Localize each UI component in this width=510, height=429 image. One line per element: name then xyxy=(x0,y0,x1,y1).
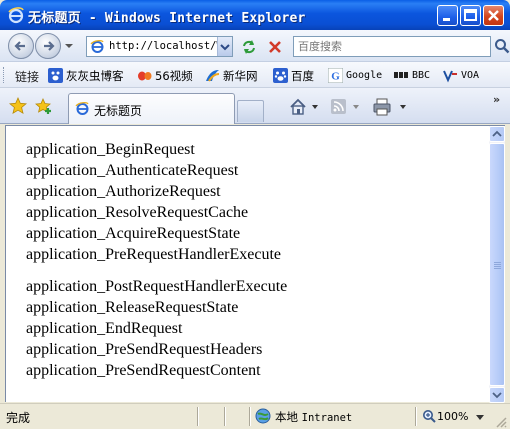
link-label: 百度 xyxy=(291,68,314,83)
address-dropdown[interactable] xyxy=(217,37,232,56)
maximize-icon xyxy=(464,9,477,21)
search-icon[interactable] xyxy=(494,38,510,54)
event-line: application_AuthorizeRequest xyxy=(26,183,221,200)
scroll-thumb[interactable] xyxy=(489,143,505,386)
intranet-zone-icon[interactable] xyxy=(255,408,271,424)
status-divider xyxy=(249,407,251,426)
baidu-paw-icon xyxy=(273,68,288,83)
link-label: BBC xyxy=(412,70,431,81)
refresh-icon[interactable] xyxy=(238,37,260,57)
scroll-grip xyxy=(494,262,501,270)
link-item[interactable]: 56视频 xyxy=(137,67,193,84)
ie-page-icon xyxy=(75,102,89,115)
zone-label-cn: 本地 xyxy=(275,410,298,424)
status-text: 完成 xyxy=(6,411,31,425)
address-bar[interactable]: http://localhost/W xyxy=(86,36,233,57)
chevron-down-icon xyxy=(492,392,502,399)
link-item[interactable]: 新华网 xyxy=(205,67,258,84)
chevron-down-icon xyxy=(220,44,230,51)
voa-logo-icon xyxy=(443,70,457,83)
links-label: 链接 xyxy=(15,70,40,84)
link-label: VOA xyxy=(461,70,480,81)
event-line: application_PreSendRequestHeaders xyxy=(26,341,263,358)
zoom-level[interactable]: 100% xyxy=(437,410,468,423)
link-item[interactable]: G Google xyxy=(328,67,382,84)
toolbar-grip[interactable] xyxy=(3,67,6,83)
link-item[interactable]: BBC xyxy=(394,67,430,84)
forward-button[interactable] xyxy=(35,33,61,59)
link-label: 新华网 xyxy=(223,68,258,83)
back-button[interactable] xyxy=(8,33,34,59)
minimize-icon xyxy=(443,18,450,21)
link-item[interactable]: VOA xyxy=(443,67,479,84)
event-line: application_ResolveRequestCache xyxy=(26,204,249,221)
paw-icon xyxy=(48,68,63,83)
link-label: Google xyxy=(346,70,383,81)
event-line: application_ReleaseRequestState xyxy=(26,299,239,316)
zone-label-en: Intranet xyxy=(301,412,353,424)
scroll-down-button[interactable] xyxy=(489,387,505,403)
zoom-magnifier-icon[interactable] xyxy=(422,409,436,423)
event-line: application_AcquireRequestState xyxy=(26,225,241,242)
chevron-up-icon xyxy=(492,130,502,137)
tab-active[interactable]: 无标题页 xyxy=(68,93,235,124)
link-item[interactable]: 灰灰虫博客 xyxy=(48,67,124,84)
favorites-star-icon[interactable] xyxy=(9,97,27,115)
link-item[interactable]: 百度 xyxy=(273,67,314,84)
ie-page-icon xyxy=(90,40,104,53)
56-logo-icon xyxy=(138,71,152,81)
page-content: application_BeginRequest application_Aut… xyxy=(5,125,489,402)
bbc-logo-icon xyxy=(394,72,408,78)
address-row: http://localhost/W xyxy=(0,30,510,62)
link-label: 灰灰虫博客 xyxy=(66,68,124,83)
security-zone[interactable]: 本地 Intranet xyxy=(275,409,352,425)
status-divider xyxy=(415,407,417,426)
vertical-scrollbar[interactable] xyxy=(489,125,505,403)
scroll-up-button[interactable] xyxy=(489,126,505,142)
search-box[interactable] xyxy=(293,36,491,57)
search-input[interactable] xyxy=(294,37,474,56)
svg-text:G: G xyxy=(331,71,340,83)
address-url[interactable]: http://localhost/W xyxy=(109,40,217,52)
minimize-button[interactable] xyxy=(437,5,458,26)
event-line: application_AuthenticateRequest xyxy=(26,162,239,179)
zoom-dropdown-icon[interactable] xyxy=(476,415,484,420)
ie-logo-icon xyxy=(8,7,24,24)
close-icon xyxy=(488,10,499,21)
google-g-icon: G xyxy=(328,68,343,83)
event-line: application_PreSendRequestContent xyxy=(26,362,261,379)
event-line: application_PreRequestHandlerExecute xyxy=(26,246,282,263)
recent-pages-dropdown[interactable] xyxy=(64,42,74,50)
title-bar[interactable]: 无标题页 - Windows Internet Explorer xyxy=(0,0,510,30)
status-divider xyxy=(224,407,226,426)
event-line: application_PostRequestHandlerExecute xyxy=(26,278,288,295)
xinhua-icon xyxy=(206,70,220,82)
print-icon[interactable] xyxy=(373,98,407,116)
status-bar: 完成 本地 Intranet 100% xyxy=(0,403,510,429)
close-button[interactable] xyxy=(483,5,504,26)
resize-grip-icon[interactable] xyxy=(495,416,507,428)
back-arrow-icon xyxy=(14,41,25,51)
new-tab-button[interactable] xyxy=(237,100,264,122)
window-title: 无标题页 - Windows Internet Explorer xyxy=(28,11,306,26)
status-divider xyxy=(197,407,199,426)
event-line: application_BeginRequest xyxy=(26,141,195,158)
event-line: application_EndRequest xyxy=(26,320,183,337)
toolbar-overflow-chevron[interactable]: » xyxy=(493,93,500,106)
event-list: application_BeginRequest application_Aut… xyxy=(26,139,287,381)
home-icon[interactable] xyxy=(289,98,319,116)
tab-row: 无标题页 » xyxy=(0,88,510,124)
links-bar: 链接 灰灰虫博客 56视频 新华网 百度 G Google BBC VOA xyxy=(0,62,510,88)
forward-arrow-icon xyxy=(44,41,55,51)
feeds-icon[interactable] xyxy=(330,98,360,116)
add-favorite-icon[interactable] xyxy=(35,97,53,115)
maximize-button[interactable] xyxy=(460,5,481,26)
stop-icon[interactable] xyxy=(264,37,286,57)
tab-label: 无标题页 xyxy=(94,104,143,118)
link-label: 56视频 xyxy=(155,68,193,83)
